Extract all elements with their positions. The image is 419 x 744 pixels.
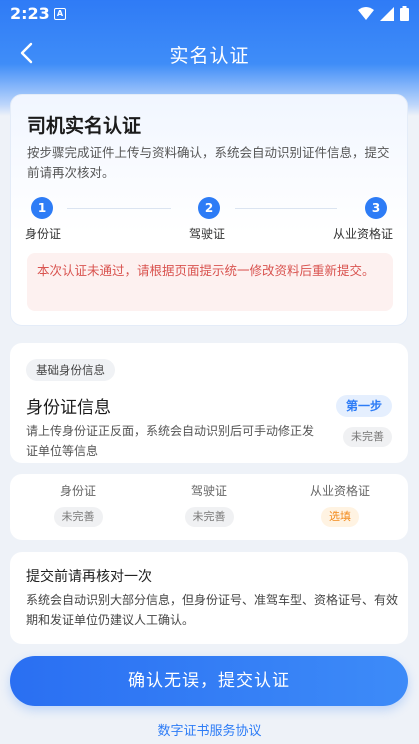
step-2-dot: 2 [198, 197, 220, 219]
submit-button[interactable]: 确认无误，提交认证 [10, 656, 408, 706]
step-connector [235, 208, 337, 209]
step-connector [67, 208, 171, 209]
id-card-description: 请上传身份证正反面，系统会自动识别后可手动修正发证单位等信息 [26, 424, 315, 458]
signal-icon [380, 6, 394, 21]
tab-status-badge: 未完善 [184, 507, 234, 527]
tab-label: 身份证 [59, 484, 96, 498]
review-notice-card: 提交前请再核对一次 系统会自动识别大部分信息，但身份证号、准驾车型、资格证号、有… [10, 552, 408, 644]
step-1-dot: 1 [31, 197, 53, 219]
status-time: 2:23 [10, 4, 50, 23]
tab-label: 从业资格证 [309, 484, 370, 498]
intro-description: 按步骤完成证件上传与资料确认，系统会自动识别证件信息，提交前请再次核对。 [27, 145, 390, 180]
review-description: 系统会自动识别大部分信息，但身份证号、准驾车型、资格证号、有效期和发证单位仍建议… [26, 593, 399, 627]
step-2-label: 驾驶证 [189, 227, 226, 241]
intro-card: 司机实名认证 按步骤完成证件上传与资料确认，系统会自动识别证件信息，提交前请再次… [10, 94, 408, 326]
step-1-label: 身份证 [25, 227, 62, 241]
review-title: 提交前请再核对一次 [26, 569, 152, 585]
tab-id-card[interactable]: 身份证 未完善 [12, 482, 144, 527]
system-icons [358, 6, 409, 21]
tab-qualification-cert[interactable]: 从业资格证 选填 [274, 482, 406, 527]
status-bar: 2:23 A [0, 0, 419, 28]
step-progress: 1 2 3 身份证 驾驶证 从业资格证 [25, 197, 397, 241]
tab-status-badge: 未完善 [53, 507, 103, 527]
nav-bar: 实名认证 [0, 30, 419, 78]
page-title: 实名认证 [169, 45, 250, 67]
wifi-icon [358, 6, 374, 20]
document-tabs: 身份证 未完善 驾驶证 未完善 从业资格证 选填 [10, 474, 408, 540]
status-badge: 未完善 [343, 427, 392, 447]
step-badge: 第一步 [335, 395, 392, 417]
warning-message: 本次认证未通过，请根据页面提示统一修改资料后重新提交。 [27, 253, 393, 311]
step-3-dot: 3 [365, 197, 387, 219]
tab-driver-license[interactable]: 驾驶证 未完善 [143, 482, 275, 527]
battery-icon [400, 6, 409, 21]
tab-status-badge: 选填 [321, 507, 359, 527]
notification-icon: A [54, 8, 66, 20]
intro-title: 司机实名认证 [27, 115, 142, 137]
section-tag: 基础身份信息 [26, 359, 115, 381]
id-card-section[interactable]: 基础身份信息 身份证信息 请上传身份证正反面，系统会自动识别后可手动修正发证单位… [10, 343, 408, 463]
agreement-link[interactable]: 数字证书服务协议 [0, 720, 419, 739]
tab-label: 驾驶证 [190, 484, 227, 498]
step-3-label: 从业资格证 [333, 227, 394, 241]
id-card-title: 身份证信息 [26, 398, 111, 418]
